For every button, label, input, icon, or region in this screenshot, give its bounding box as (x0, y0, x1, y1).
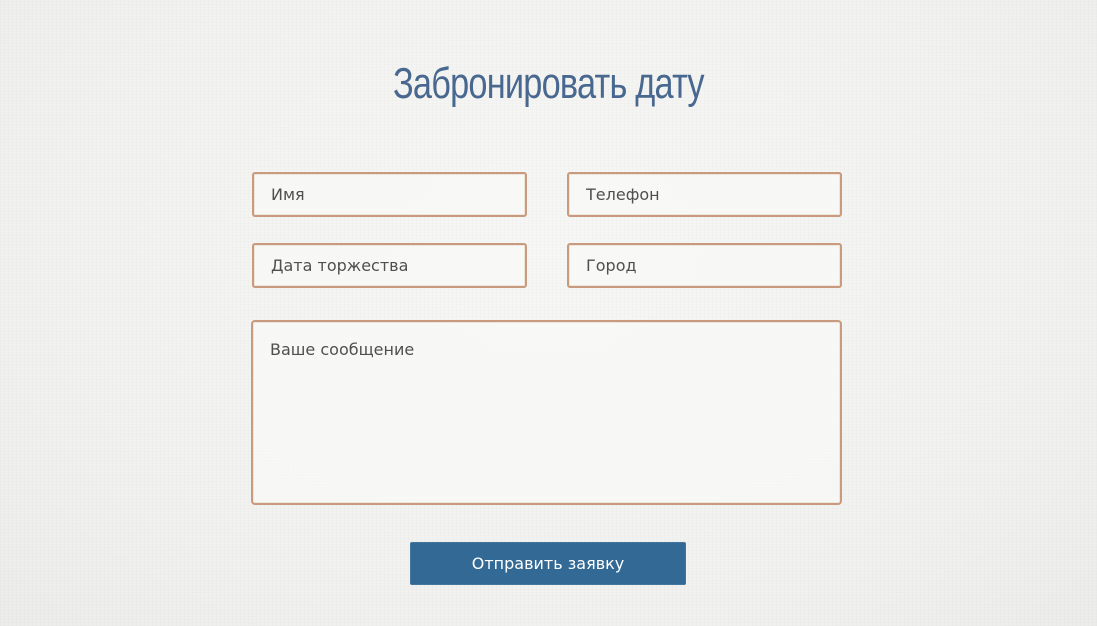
page-title: Забронировать дату (392, 59, 705, 108)
message-textarea[interactable] (251, 320, 842, 505)
city-input[interactable] (567, 243, 842, 288)
name-input[interactable] (252, 172, 527, 217)
submit-request-button[interactable]: Отправить заявку (410, 542, 686, 585)
event-date-input[interactable] (252, 243, 527, 288)
phone-input[interactable] (567, 172, 842, 217)
